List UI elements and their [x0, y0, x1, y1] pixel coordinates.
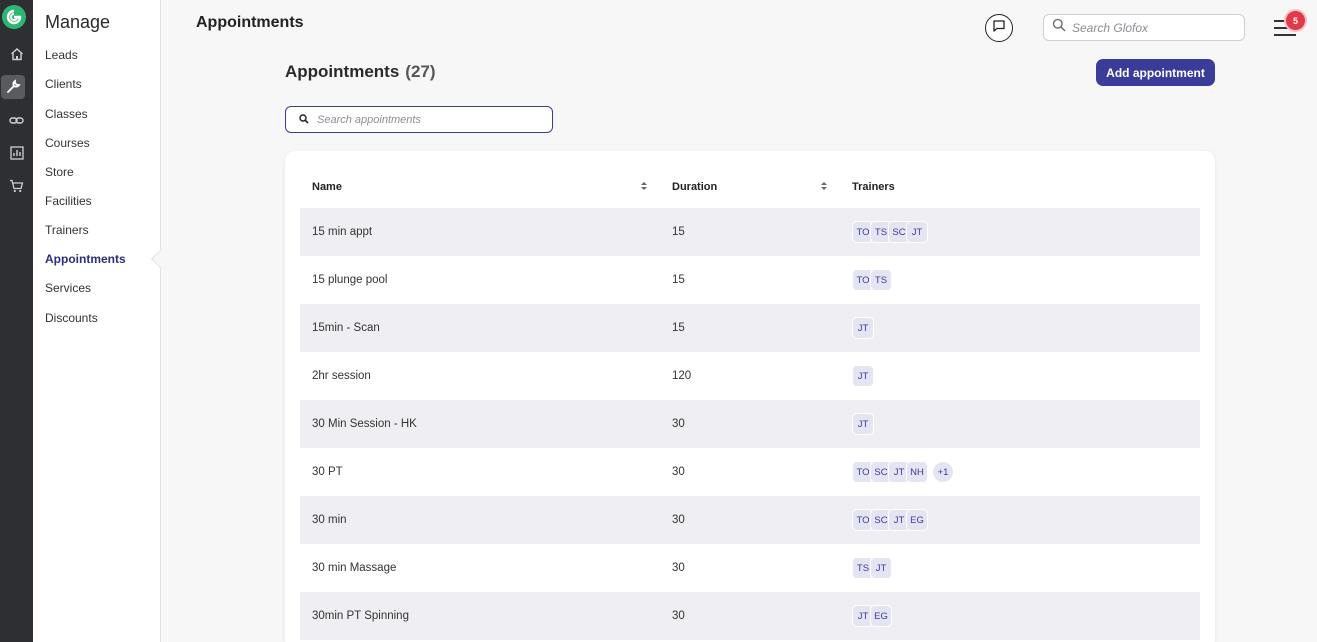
section-title-text: Appointments: [285, 62, 400, 81]
appointments-search-input[interactable]: [317, 113, 537, 126]
trainer-badge: EG: [870, 605, 892, 627]
trainer-badge: NH: [906, 461, 928, 483]
appointment-duration: 30: [672, 610, 685, 622]
trainer-badge: TS: [870, 269, 892, 291]
trainer-badge: JT: [906, 221, 928, 243]
sidebar-item-store[interactable]: Store: [45, 165, 74, 179]
sidebar-item-clients[interactable]: Clients: [45, 77, 82, 91]
trainer-list: TO SC JT NH +1: [852, 461, 954, 483]
chat-button[interactable]: [985, 14, 1013, 42]
appointment-duration: 30: [672, 514, 685, 526]
sidebar-item-trainers[interactable]: Trainers: [45, 223, 89, 237]
home-icon[interactable]: [0, 42, 33, 66]
global-search-input[interactable]: [1072, 20, 1232, 35]
trainer-list: JT EG: [852, 605, 892, 627]
link-icon[interactable]: [0, 108, 33, 132]
appointment-duration: 30: [672, 466, 685, 478]
logo-icon[interactable]: [2, 5, 26, 29]
trainer-badge: JT: [852, 413, 874, 435]
table-row[interactable]: 15 min appt 15 TO TS SC JT: [300, 208, 1200, 256]
table-header: Name Duration Trainers: [300, 175, 1200, 199]
trainer-list: TO SC JT EG: [852, 509, 928, 531]
appointment-duration: 15: [672, 322, 685, 334]
appointment-name[interactable]: 15 plunge pool: [312, 274, 387, 286]
appointment-duration: 30: [672, 418, 685, 430]
trainer-badge: EG: [906, 509, 928, 531]
sidebar-item-services[interactable]: Services: [45, 281, 91, 295]
appointment-name[interactable]: 2hr session: [312, 370, 371, 382]
table-row[interactable]: 30min PT Spinning 30 JT EG: [300, 592, 1200, 640]
sidebar-item-facilities[interactable]: Facilities: [45, 194, 92, 208]
trainer-badge: JT: [852, 365, 874, 387]
table-row[interactable]: 30 min Massage 30 TS JT: [300, 544, 1200, 592]
table-row[interactable]: 30 min 30 TO SC JT EG: [300, 496, 1200, 544]
column-header-duration[interactable]: Duration: [672, 181, 717, 193]
trainer-list: JT: [852, 317, 874, 339]
appointment-name[interactable]: 30 PT: [312, 466, 343, 478]
trainer-list: TO TS: [852, 269, 892, 291]
add-appointment-button[interactable]: Add appointment: [1096, 59, 1215, 86]
appointments-search[interactable]: [285, 106, 553, 133]
appointment-duration: 120: [672, 370, 692, 382]
global-search[interactable]: [1043, 14, 1245, 41]
sort-icon[interactable]: [640, 180, 648, 192]
more-trainers-badge[interactable]: +1: [932, 461, 954, 483]
trainer-list: JT: [852, 365, 874, 387]
sidebar-item-leads[interactable]: Leads: [45, 48, 78, 62]
sidebar-item-discounts[interactable]: Discounts: [45, 311, 98, 325]
sidebar-item-appointments[interactable]: Appointments: [45, 252, 126, 266]
appointment-duration: 15: [672, 274, 685, 286]
notification-badge[interactable]: 5: [1286, 11, 1305, 30]
icon-rail: [0, 0, 33, 642]
appointment-name[interactable]: 30 min: [312, 514, 347, 526]
trainer-badge: JT: [852, 317, 874, 339]
wrench-icon[interactable]: [1, 75, 25, 99]
table-row[interactable]: 30 PT 30 TO SC JT NH +1: [300, 448, 1200, 496]
appointments-count: (27): [405, 62, 436, 81]
search-icon: [299, 111, 309, 129]
manage-sidebar: Manage Leads Clients Classes Courses Sto…: [33, 0, 171, 642]
sidebar-item-courses[interactable]: Courses: [45, 136, 90, 150]
chat-icon: [992, 19, 1006, 38]
appointment-duration: 15: [672, 226, 685, 238]
sidebar-title: Manage: [45, 12, 111, 32]
appointment-name[interactable]: 30min PT Spinning: [312, 610, 409, 622]
cart-icon[interactable]: [0, 174, 33, 198]
sort-icon[interactable]: [820, 180, 828, 192]
active-indicator: [151, 249, 171, 269]
table-row[interactable]: 15min - Scan 15 JT: [300, 304, 1200, 352]
trainer-badge: JT: [870, 557, 892, 579]
appointment-name[interactable]: 30 Min Session - HK: [312, 418, 417, 430]
column-header-name[interactable]: Name: [312, 181, 342, 193]
appointments-table: Name Duration Trainers 15 min appt 15 TO TS…: [285, 151, 1215, 642]
appointment-duration: 30: [672, 562, 685, 574]
appointment-name[interactable]: 30 min Massage: [312, 562, 396, 574]
appointment-name[interactable]: 15 min appt: [312, 226, 372, 238]
trainer-list: TS JT: [852, 557, 892, 579]
page-title: Appointments: [196, 14, 304, 31]
column-header-trainers: Trainers: [852, 181, 895, 193]
table-row[interactable]: 2hr session 120 JT: [300, 352, 1200, 400]
trainer-list: TO TS SC JT: [852, 221, 928, 243]
sidebar-item-classes[interactable]: Classes: [45, 107, 88, 121]
section-title: Appointments (27): [285, 62, 436, 82]
chart-icon[interactable]: [0, 141, 33, 165]
trainer-list: JT: [852, 413, 874, 435]
table-row[interactable]: 30 Min Session - HK 30 JT: [300, 400, 1200, 448]
appointment-name[interactable]: 15min - Scan: [312, 322, 380, 334]
search-icon: [1052, 18, 1066, 37]
table-row[interactable]: 15 plunge pool 15 TO TS: [300, 256, 1200, 304]
